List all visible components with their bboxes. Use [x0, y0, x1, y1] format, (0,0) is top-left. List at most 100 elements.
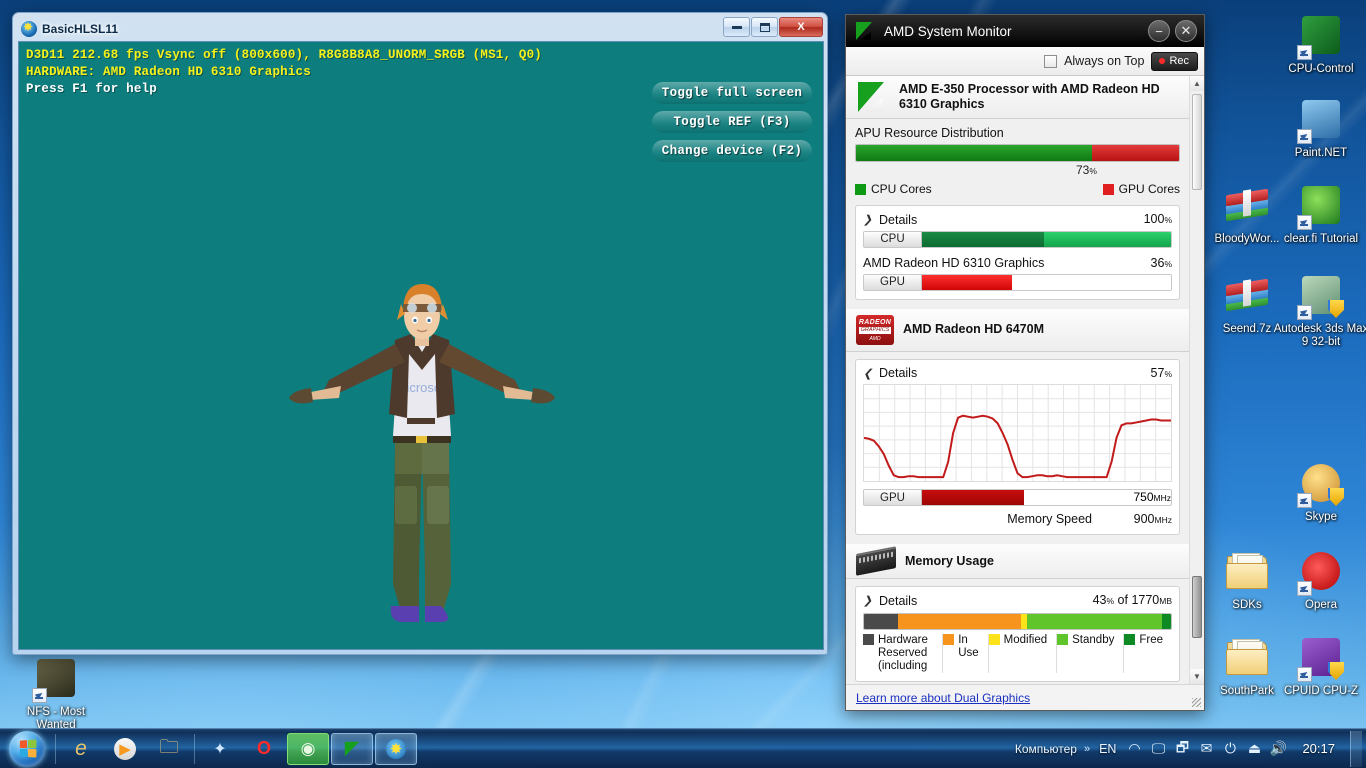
memory-legend-item: In Use — [943, 633, 989, 673]
opera-icon[interactable]: Opera — [1273, 548, 1366, 612]
close-button[interactable]: X — [779, 17, 823, 37]
amd-monitor-scrollbar[interactable]: ▲ ▼ — [1189, 76, 1204, 684]
apu-details-card: ❯ Details 100% CPU AMD Radeon HD 6310 Gr… — [855, 205, 1180, 300]
app-icon — [1297, 182, 1345, 230]
volume-tray-icon[interactable]: 🔊 — [1269, 740, 1287, 758]
show-desktop-button[interactable] — [1350, 730, 1362, 767]
apu-cpu-segment — [856, 145, 1092, 161]
memory-legend-swatch-icon — [943, 633, 955, 645]
apu-details-row[interactable]: ❯ Details 100% — [863, 212, 1172, 227]
app-icon — [1297, 634, 1345, 682]
steam-tray-icon[interactable]: ◠ — [1125, 740, 1143, 758]
tray-computer-label[interactable]: Компьютер — [1015, 742, 1077, 756]
steam-task-icon-glyph: ◉ — [300, 738, 316, 758]
maximize-button[interactable] — [751, 17, 778, 37]
always-on-top-checkbox[interactable] — [1044, 54, 1058, 68]
amd-monitor-scroll-content: AMD E-350 Processor with AMD Radeon HD 6… — [846, 76, 1189, 684]
language-indicator[interactable]: EN — [1099, 742, 1116, 756]
scrollbar-thumb-upper[interactable] — [1192, 94, 1202, 190]
basichlsl11-render-viewport[interactable]: D3D11 212.68 fps Vsync off (800x600), R8… — [18, 41, 824, 650]
gpu-utilization-graph — [863, 384, 1172, 482]
change-device-button[interactable]: Change device (F2) — [652, 140, 812, 162]
paint-net-icon[interactable]: Paint.NET — [1273, 96, 1366, 160]
autodesk-3ds-max-icon[interactable]: Autodesk 3ds Max 9 32-bit — [1273, 272, 1366, 349]
amd-apu-logo-icon — [856, 82, 890, 112]
discrete-gpu-percent: 57% — [1150, 365, 1172, 380]
toggle-ref-button[interactable]: Toggle REF (F3) — [652, 111, 812, 133]
toggle-full-screen-button[interactable]: Toggle full screen — [652, 82, 812, 104]
chevron-down-icon[interactable]: ❮ — [863, 367, 873, 380]
discrete-details-row[interactable]: ❮ Details 57% — [863, 366, 1172, 381]
discrete-gpu-section-header: RADEON GRAPHICS AMD AMD Radeon HD 6470M — [846, 308, 1189, 352]
basichlsl11-window[interactable]: BasicHLSL11 X D3D11 212.68 fps Vsync off… — [12, 12, 828, 655]
basichlsl11-task-icon[interactable]: ✸ — [375, 732, 417, 765]
memory-segment — [1026, 613, 1162, 629]
amd-monitor-titlebar[interactable]: AMD System Monitor − ✕ — [846, 15, 1204, 47]
resize-grip-icon[interactable] — [1192, 698, 1201, 707]
scrollbar-thumb[interactable] — [1192, 576, 1202, 638]
internet-explorer-icon-glyph: e — [75, 736, 87, 760]
start-button[interactable] — [2, 730, 52, 768]
opera-task-icon[interactable]: O — [243, 733, 285, 765]
render-stats-line1: D3D11 212.68 fps Vsync off (800x600), R8… — [26, 48, 542, 62]
tray-overflow-chevron-icon[interactable]: » — [1084, 743, 1090, 755]
discrete-gpu-meter-track — [922, 490, 1101, 505]
igpu-meter-track — [922, 274, 1171, 290]
amd-close-button[interactable]: ✕ — [1175, 20, 1197, 42]
render-stats-line2: HARDWARE: AMD Radeon HD 6310 Graphics — [26, 65, 311, 79]
apu-header-text: AMD E-350 Processor with AMD Radeon HD 6… — [899, 82, 1160, 111]
record-button-label: Rec — [1169, 54, 1189, 67]
record-dot-icon — [1159, 57, 1166, 64]
memory-legend-label: Hardware Reserved (including — [878, 633, 928, 672]
discrete-gpu-meter-tag: GPU — [864, 490, 922, 505]
steam-task-icon[interactable]: ◉ — [287, 732, 329, 765]
basichlsl11-titlebar[interactable]: BasicHLSL11 X — [17, 17, 823, 41]
amd-system-monitor-task-icon[interactable]: ◤ — [331, 732, 373, 765]
shortcut-overlay-icon — [1297, 581, 1312, 596]
chevron-right-icon[interactable]: ❯ — [863, 594, 873, 607]
amd-monitor-footer: Learn more about Dual Graphics — [846, 684, 1204, 710]
taskbar-clock[interactable]: 20:17 — [1294, 741, 1343, 756]
igpu-meter-fill — [922, 274, 1012, 290]
amd-minimize-button[interactable]: − — [1148, 20, 1170, 42]
minimize-button[interactable] — [723, 17, 750, 37]
power-plug-tray-icon[interactable]: ⏻ — [1221, 740, 1239, 758]
memory-details-row[interactable]: ❯ Details 43% of 1770MB — [863, 593, 1172, 608]
dual-graphics-link[interactable]: Learn more about Dual Graphics — [856, 691, 1030, 705]
scroll-down-arrow-icon[interactable]: ▼ — [1190, 669, 1204, 684]
record-button[interactable]: Rec — [1151, 51, 1198, 71]
clearfi-tutorial-icon[interactable]: clear.fi Tutorial — [1273, 182, 1366, 246]
cpu-meter: CPU — [863, 230, 1172, 248]
msn-tray-icon[interactable]: ✉ — [1197, 740, 1215, 758]
desktop[interactable]: CPU-Control Paint.NET BloodyWor... clear.fi… — [0, 0, 1366, 768]
memory-usage-summary: 43% of 1770MB — [1092, 593, 1172, 607]
cpu-meter-track — [922, 231, 1171, 247]
display-tray-icon[interactable]: 🖵 — [1149, 740, 1167, 758]
cpuid-cpuz-icon[interactable]: CPUID CPU-Z — [1273, 634, 1366, 698]
windows-media-player-icon-glyph: ▶ — [114, 737, 136, 760]
internet-explorer-icon[interactable]: e — [60, 733, 102, 765]
directx-task-icon[interactable]: ✦ — [199, 733, 241, 765]
windows-explorer-icon[interactable]: 🗀 — [148, 733, 190, 765]
desktop-icon-label: Paint.NET — [1294, 147, 1348, 159]
memory-segment — [897, 613, 1021, 629]
shortcut-overlay-icon — [1297, 215, 1312, 230]
windows-media-player-icon[interactable]: ▶ — [104, 733, 146, 765]
skype-icon[interactable]: Skype — [1273, 460, 1366, 524]
tray-icon-group: ◠ 🖵 🗗 ✉ ⏻ ⏏ 🔊 — [1125, 739, 1287, 758]
gpu-cores-swatch-icon — [1102, 183, 1114, 195]
chevron-right-icon[interactable]: ❯ — [863, 213, 873, 226]
network-error-tray-icon[interactable]: 🗗 — [1173, 739, 1191, 758]
scroll-up-arrow-icon[interactable]: ▲ — [1190, 76, 1204, 91]
taskbar[interactable]: e ▶ 🗀 ✦ O ◉ ◤ ✸ Компьютер » EN ◠ 🖵 🗗 ✉ ⏻ ⏏ 🔊 20:17 — [0, 728, 1366, 768]
nfs-most-wanted-icon[interactable]: NFS - Most Wanted — [8, 655, 104, 732]
cpu-control-icon[interactable]: CPU-Control — [1273, 12, 1366, 76]
app-icon — [1297, 272, 1345, 320]
usb-eject-tray-icon[interactable]: ⏏ — [1245, 740, 1263, 758]
taskbar-separator — [55, 733, 56, 764]
uac-shield-icon — [1328, 300, 1344, 318]
cpu-cores-swatch-icon — [855, 183, 866, 195]
desktop-icon-label: Autodesk 3ds Max 9 32-bit — [1273, 323, 1366, 348]
amd-system-monitor-window[interactable]: AMD System Monitor − ✕ Always on Top Rec… — [845, 14, 1205, 711]
apu-section-header: AMD E-350 Processor with AMD Radeon HD 6… — [846, 76, 1189, 119]
